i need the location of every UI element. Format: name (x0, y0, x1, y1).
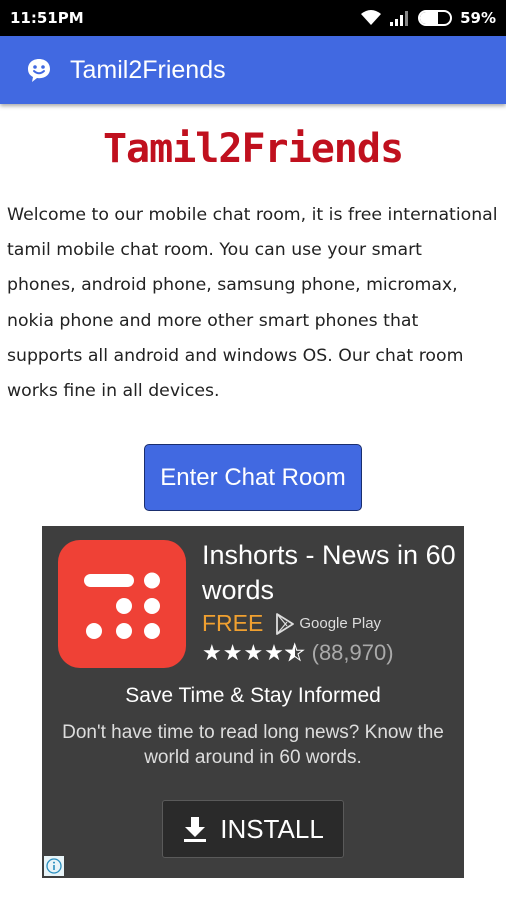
install-button[interactable]: INSTALL (162, 800, 344, 858)
ad-title-line[interactable]: words (202, 573, 464, 608)
play-store-icon (276, 612, 295, 635)
status-time: 11:51PM (10, 9, 84, 27)
welcome-line: nokia phone and more other smart phones … (7, 310, 419, 331)
status-icons: 59% (360, 9, 496, 27)
smiley-icon (28, 59, 50, 82)
app-bar: Tamil2Friends (0, 36, 506, 104)
welcome-line: tamil mobile chat room. You can use your… (7, 240, 422, 261)
welcome-line: Welcome to our mobile chat room, it is f… (7, 205, 498, 225)
status-bar: 11:51PM 59% (0, 0, 506, 36)
ad-body-line: world around in 60 words. (144, 747, 362, 768)
ad-rating: ★★★★★★ (88,970) (202, 640, 394, 666)
rating-stars: ★★★★★★ (202, 640, 306, 666)
welcome-line: phones, android phone, samsung phone, mi… (7, 275, 458, 296)
ad-body: Don't have time to read long news? Know … (50, 720, 456, 770)
install-label: INSTALL (220, 813, 324, 844)
app-title: Tamil2Friends (70, 55, 226, 84)
ad-title-line[interactable]: Inshorts - News in 60 (202, 538, 464, 573)
dots-logo-icon (84, 572, 160, 639)
ad-banner[interactable]: Inshorts - News in 60 words FREE Google … (42, 526, 464, 878)
battery-icon (418, 10, 453, 26)
ad-price: FREE (202, 610, 264, 636)
welcome-text: Welcome to our mobile chat room, it is f… (7, 198, 505, 409)
google-play-badge: Google Play (275, 612, 382, 635)
enter-chat-room-button[interactable]: Enter Chat Room (144, 444, 362, 511)
ad-app-title[interactable]: Inshorts - News in 60 words (202, 538, 464, 608)
welcome-line: supports all android and windows OS. Our… (7, 345, 464, 366)
ad-body-line: Don't have time to read long news? Know … (62, 722, 444, 743)
wifi-icon (361, 10, 382, 25)
site-logo: Tamil2Friends (102, 126, 404, 172)
battery-percent: 59% (460, 9, 496, 27)
signal-icon (390, 11, 409, 26)
download-icon (184, 817, 207, 842)
info-icon (46, 858, 62, 874)
welcome-line: works fine in all devices. (7, 381, 220, 402)
rating-count: (88,970) (311, 640, 394, 665)
ad-meta: FREE Google Play (202, 610, 381, 637)
ad-info-icon[interactable] (44, 856, 64, 876)
inshorts-app-icon[interactable] (58, 540, 186, 668)
ad-headline: Save Time & Stay Informed (125, 684, 381, 707)
store-label: Google Play (299, 615, 382, 632)
